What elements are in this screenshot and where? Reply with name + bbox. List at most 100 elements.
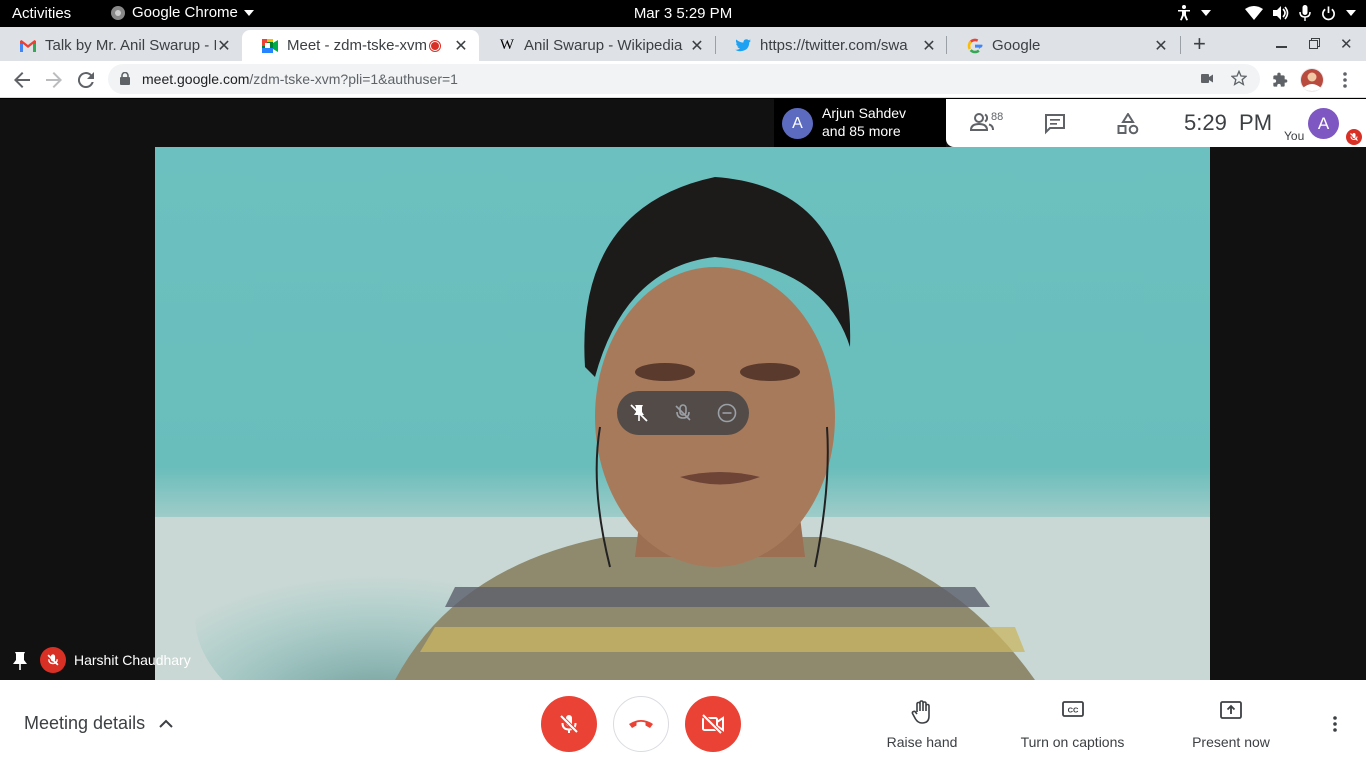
self-avatar[interactable]: A bbox=[1308, 108, 1339, 139]
close-tab-icon[interactable]: ✕ bbox=[1153, 38, 1169, 55]
closed-captions-icon: CC bbox=[1016, 700, 1129, 724]
system-top-bar: Activities Google Chrome Mar 3 5:29 PM bbox=[0, 0, 1366, 27]
leave-call-button[interactable] bbox=[613, 696, 669, 752]
meet-stage: A Arjun Sahdev and 85 more 88 5:29 PM Yo… bbox=[0, 99, 1366, 680]
close-tab-icon[interactable]: ✕ bbox=[453, 38, 469, 55]
self-avatar-letter: A bbox=[1317, 113, 1330, 133]
tab-title: Meet - zdm-tske-xvm bbox=[287, 37, 428, 54]
hand-icon bbox=[882, 700, 962, 724]
present-screen-icon bbox=[1188, 700, 1274, 724]
svg-text:CC: CC bbox=[1067, 706, 1078, 715]
chrome-menu-icon[interactable] bbox=[1333, 68, 1357, 92]
close-tab-icon[interactable]: ✕ bbox=[216, 38, 232, 55]
app-menu[interactable]: Google Chrome bbox=[110, 4, 254, 21]
microphone-off-icon bbox=[557, 712, 581, 736]
lock-icon[interactable] bbox=[120, 72, 130, 85]
camera-off-icon bbox=[700, 712, 726, 736]
system-tray[interactable] bbox=[1177, 5, 1356, 21]
dropdown-arrow-icon[interactable] bbox=[1201, 10, 1211, 16]
new-tab-button[interactable]: + bbox=[1193, 33, 1206, 55]
speaker-more-count: and 85 more bbox=[822, 123, 901, 139]
forward-button[interactable] bbox=[42, 68, 66, 92]
microphone-icon[interactable] bbox=[1299, 5, 1311, 21]
raise-hand-label: Raise hand bbox=[886, 734, 958, 750]
captions-label: Turn on captions bbox=[1020, 734, 1125, 750]
tab-wikipedia[interactable]: W Anil Swarup - Wikipedia ✕ bbox=[479, 30, 715, 61]
tab-twitter[interactable]: https://twitter.com/swa ✕ bbox=[715, 30, 947, 61]
present-now-button[interactable]: Present now bbox=[1188, 700, 1274, 750]
url-text: meet.google.com/zdm-tske-xvm?pli=1&authu… bbox=[142, 71, 458, 87]
tile-hover-controls bbox=[617, 391, 749, 435]
participant-name-label: Harshit Chaudhary bbox=[74, 652, 191, 668]
wifi-icon[interactable] bbox=[1245, 6, 1263, 20]
google-icon bbox=[967, 38, 983, 54]
remove-participant-icon[interactable] bbox=[717, 403, 737, 423]
self-muted-icon bbox=[1346, 129, 1362, 145]
chat-icon[interactable] bbox=[1044, 113, 1066, 135]
speaker-avatar-letter: A bbox=[792, 114, 803, 132]
close-window-button[interactable]: ✕ bbox=[1340, 35, 1353, 53]
recording-indicator-icon bbox=[429, 39, 441, 52]
microphone-toggle-button[interactable] bbox=[541, 696, 597, 752]
speaker-avatar: A bbox=[782, 108, 813, 139]
extensions-puzzle-icon[interactable] bbox=[1268, 68, 1292, 92]
mute-participant-icon[interactable] bbox=[673, 403, 693, 423]
tab-meet[interactable]: Meet - zdm-tske-xvm ✕ bbox=[242, 30, 479, 61]
tab-gmail[interactable]: Talk by Mr. Anil Swarup - I ✕ bbox=[0, 30, 242, 61]
close-tab-icon[interactable]: ✕ bbox=[921, 38, 937, 55]
back-button[interactable] bbox=[10, 68, 34, 92]
unpin-icon[interactable] bbox=[629, 403, 649, 423]
dropdown-arrow-icon[interactable] bbox=[1346, 10, 1356, 16]
tile-muted-icon bbox=[40, 647, 66, 673]
tab-separator bbox=[946, 36, 947, 54]
wikipedia-icon: W bbox=[499, 37, 515, 53]
tab-title: Talk by Mr. Anil Swarup - I bbox=[45, 37, 216, 54]
meet-top-bar: 88 5:29 PM You A bbox=[946, 99, 1366, 147]
active-speaker-chip[interactable]: A Arjun Sahdev and 85 more bbox=[774, 99, 946, 147]
raise-hand-button[interactable]: Raise hand bbox=[882, 700, 962, 750]
gmail-icon bbox=[20, 38, 36, 54]
pin-icon[interactable] bbox=[12, 651, 28, 671]
tab-strip: Talk by Mr. Anil Swarup - I ✕ Meet - zdm… bbox=[0, 27, 1366, 61]
tab-title: Google bbox=[992, 37, 1041, 54]
close-tab-icon[interactable]: ✕ bbox=[689, 38, 705, 55]
restore-window-button[interactable] bbox=[1309, 38, 1320, 49]
power-icon[interactable] bbox=[1321, 5, 1336, 21]
accessibility-icon[interactable] bbox=[1177, 5, 1191, 21]
activities-shapes-icon[interactable] bbox=[1117, 113, 1139, 135]
tab-title: https://twitter.com/swa bbox=[760, 37, 908, 54]
chrome-icon bbox=[110, 5, 126, 21]
meet-clock: 5:29 PM bbox=[1184, 110, 1273, 135]
more-options-icon[interactable] bbox=[1333, 716, 1337, 732]
minimize-window-button[interactable] bbox=[1276, 46, 1287, 48]
google-meet-icon bbox=[262, 38, 278, 54]
app-name-label: Google Chrome bbox=[132, 4, 238, 21]
camera-toggle-button[interactable] bbox=[685, 696, 741, 752]
tab-separator bbox=[1180, 36, 1181, 54]
browser-toolbar: meet.google.com/zdm-tske-xvm?pli=1&authu… bbox=[0, 61, 1366, 98]
captions-button[interactable]: CC Turn on captions bbox=[1016, 700, 1129, 750]
hang-up-icon bbox=[628, 718, 654, 730]
twitter-icon bbox=[735, 38, 751, 54]
volume-icon[interactable] bbox=[1273, 6, 1289, 20]
meet-control-bar: Meeting details Raise hand CC Turn on ca… bbox=[0, 680, 1366, 768]
chevron-up-icon bbox=[159, 719, 173, 728]
url-domain: meet.google.com bbox=[142, 71, 250, 87]
url-path: /zdm-tske-xvm?pli=1&authuser=1 bbox=[249, 71, 458, 87]
tab-separator bbox=[715, 36, 716, 54]
clock-label[interactable]: Mar 3 5:29 PM bbox=[634, 5, 732, 22]
meeting-details-button[interactable]: Meeting details bbox=[24, 713, 173, 734]
self-label: You bbox=[1284, 129, 1305, 143]
bookmark-star-icon[interactable] bbox=[1231, 70, 1247, 86]
camera-in-use-icon[interactable] bbox=[1201, 74, 1213, 83]
profile-avatar[interactable] bbox=[1300, 68, 1324, 92]
address-bar[interactable]: meet.google.com/zdm-tske-xvm?pli=1&authu… bbox=[108, 64, 1260, 94]
reload-button[interactable] bbox=[74, 68, 98, 92]
speaker-name: Arjun Sahdev bbox=[822, 105, 907, 121]
tab-title: Anil Swarup - Wikipedia bbox=[524, 37, 683, 54]
present-now-label: Present now bbox=[1192, 734, 1270, 750]
tab-google[interactable]: Google ✕ bbox=[947, 30, 1179, 61]
meeting-details-label: Meeting details bbox=[24, 713, 146, 733]
participant-count-badge: 88 bbox=[991, 111, 1004, 123]
activities-button[interactable]: Activities bbox=[12, 5, 71, 22]
